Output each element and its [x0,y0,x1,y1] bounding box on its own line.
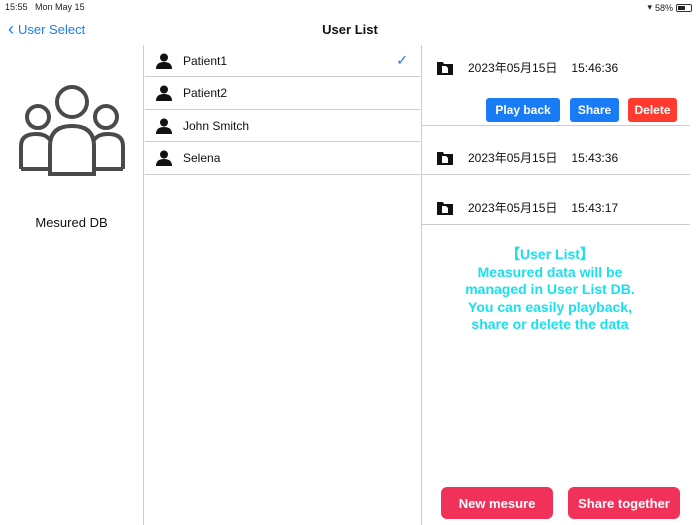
record-time: 15:43:17 [571,200,619,215]
info-text: 【User List】 Measured data will be manage… [465,246,635,332]
date: Mon May 15 [35,2,85,12]
chevron-left-icon: ‹ [8,19,14,39]
divider [421,45,422,525]
divider [422,224,690,225]
user-name: Patient2 [183,86,228,100]
new-measure-button[interactable]: New mesure [441,487,553,519]
wifi-icon: ▾ [647,2,652,12]
status-time: 15:55 Mon May 15 [5,2,85,12]
share-together-button[interactable]: Share together [568,487,680,519]
share-button[interactable]: Share [570,98,619,122]
time: 15:55 [5,2,28,12]
back-label: User Select [18,22,86,37]
record-row[interactable]: 2023年05月15日 15:43:36 [422,149,690,166]
status-right: ▾ 58% [647,2,692,13]
user-row[interactable]: John Smitch [145,110,420,142]
db-label: Mesured DB [35,215,108,230]
record-date: 2023年05月15日 [468,201,558,215]
user-name: Patient1 [183,53,228,68]
folder-icon [422,201,468,215]
back-button[interactable]: ‹ User Select [8,19,86,39]
person-icon [145,150,183,166]
checkmark-icon: ✓ [396,52,408,68]
record-row[interactable]: 2023年05月15日 15:43:17 [422,199,690,216]
user-row[interactable]: Selena [145,143,420,175]
folder-icon [422,151,468,165]
person-icon [145,85,183,101]
divider [143,45,144,525]
user-name: John Smitch [183,118,250,133]
divider [422,174,690,175]
user-row[interactable]: Patient1 ✓ [145,45,420,77]
user-row[interactable]: Patient2 [145,78,420,110]
divider [422,125,690,126]
record-time: 15:46:36 [571,60,619,75]
person-icon [145,53,183,69]
record-row[interactable]: 2023年05月15日 15:46:36 [422,59,690,76]
delete-button[interactable]: Delete [628,98,677,122]
page-title: User List [322,22,378,37]
users-group-icon [19,85,125,176]
playback-button[interactable]: Play back [486,98,560,122]
record-date: 2023年05月15日 [468,151,558,165]
user-name: Selena [183,151,221,165]
battery-level: 58% [654,2,673,13]
folder-icon [422,61,468,75]
record-date: 2023年05月15日 [468,61,558,75]
record-time: 15:43:36 [571,150,619,165]
battery-icon [676,3,692,12]
person-icon [145,118,183,134]
